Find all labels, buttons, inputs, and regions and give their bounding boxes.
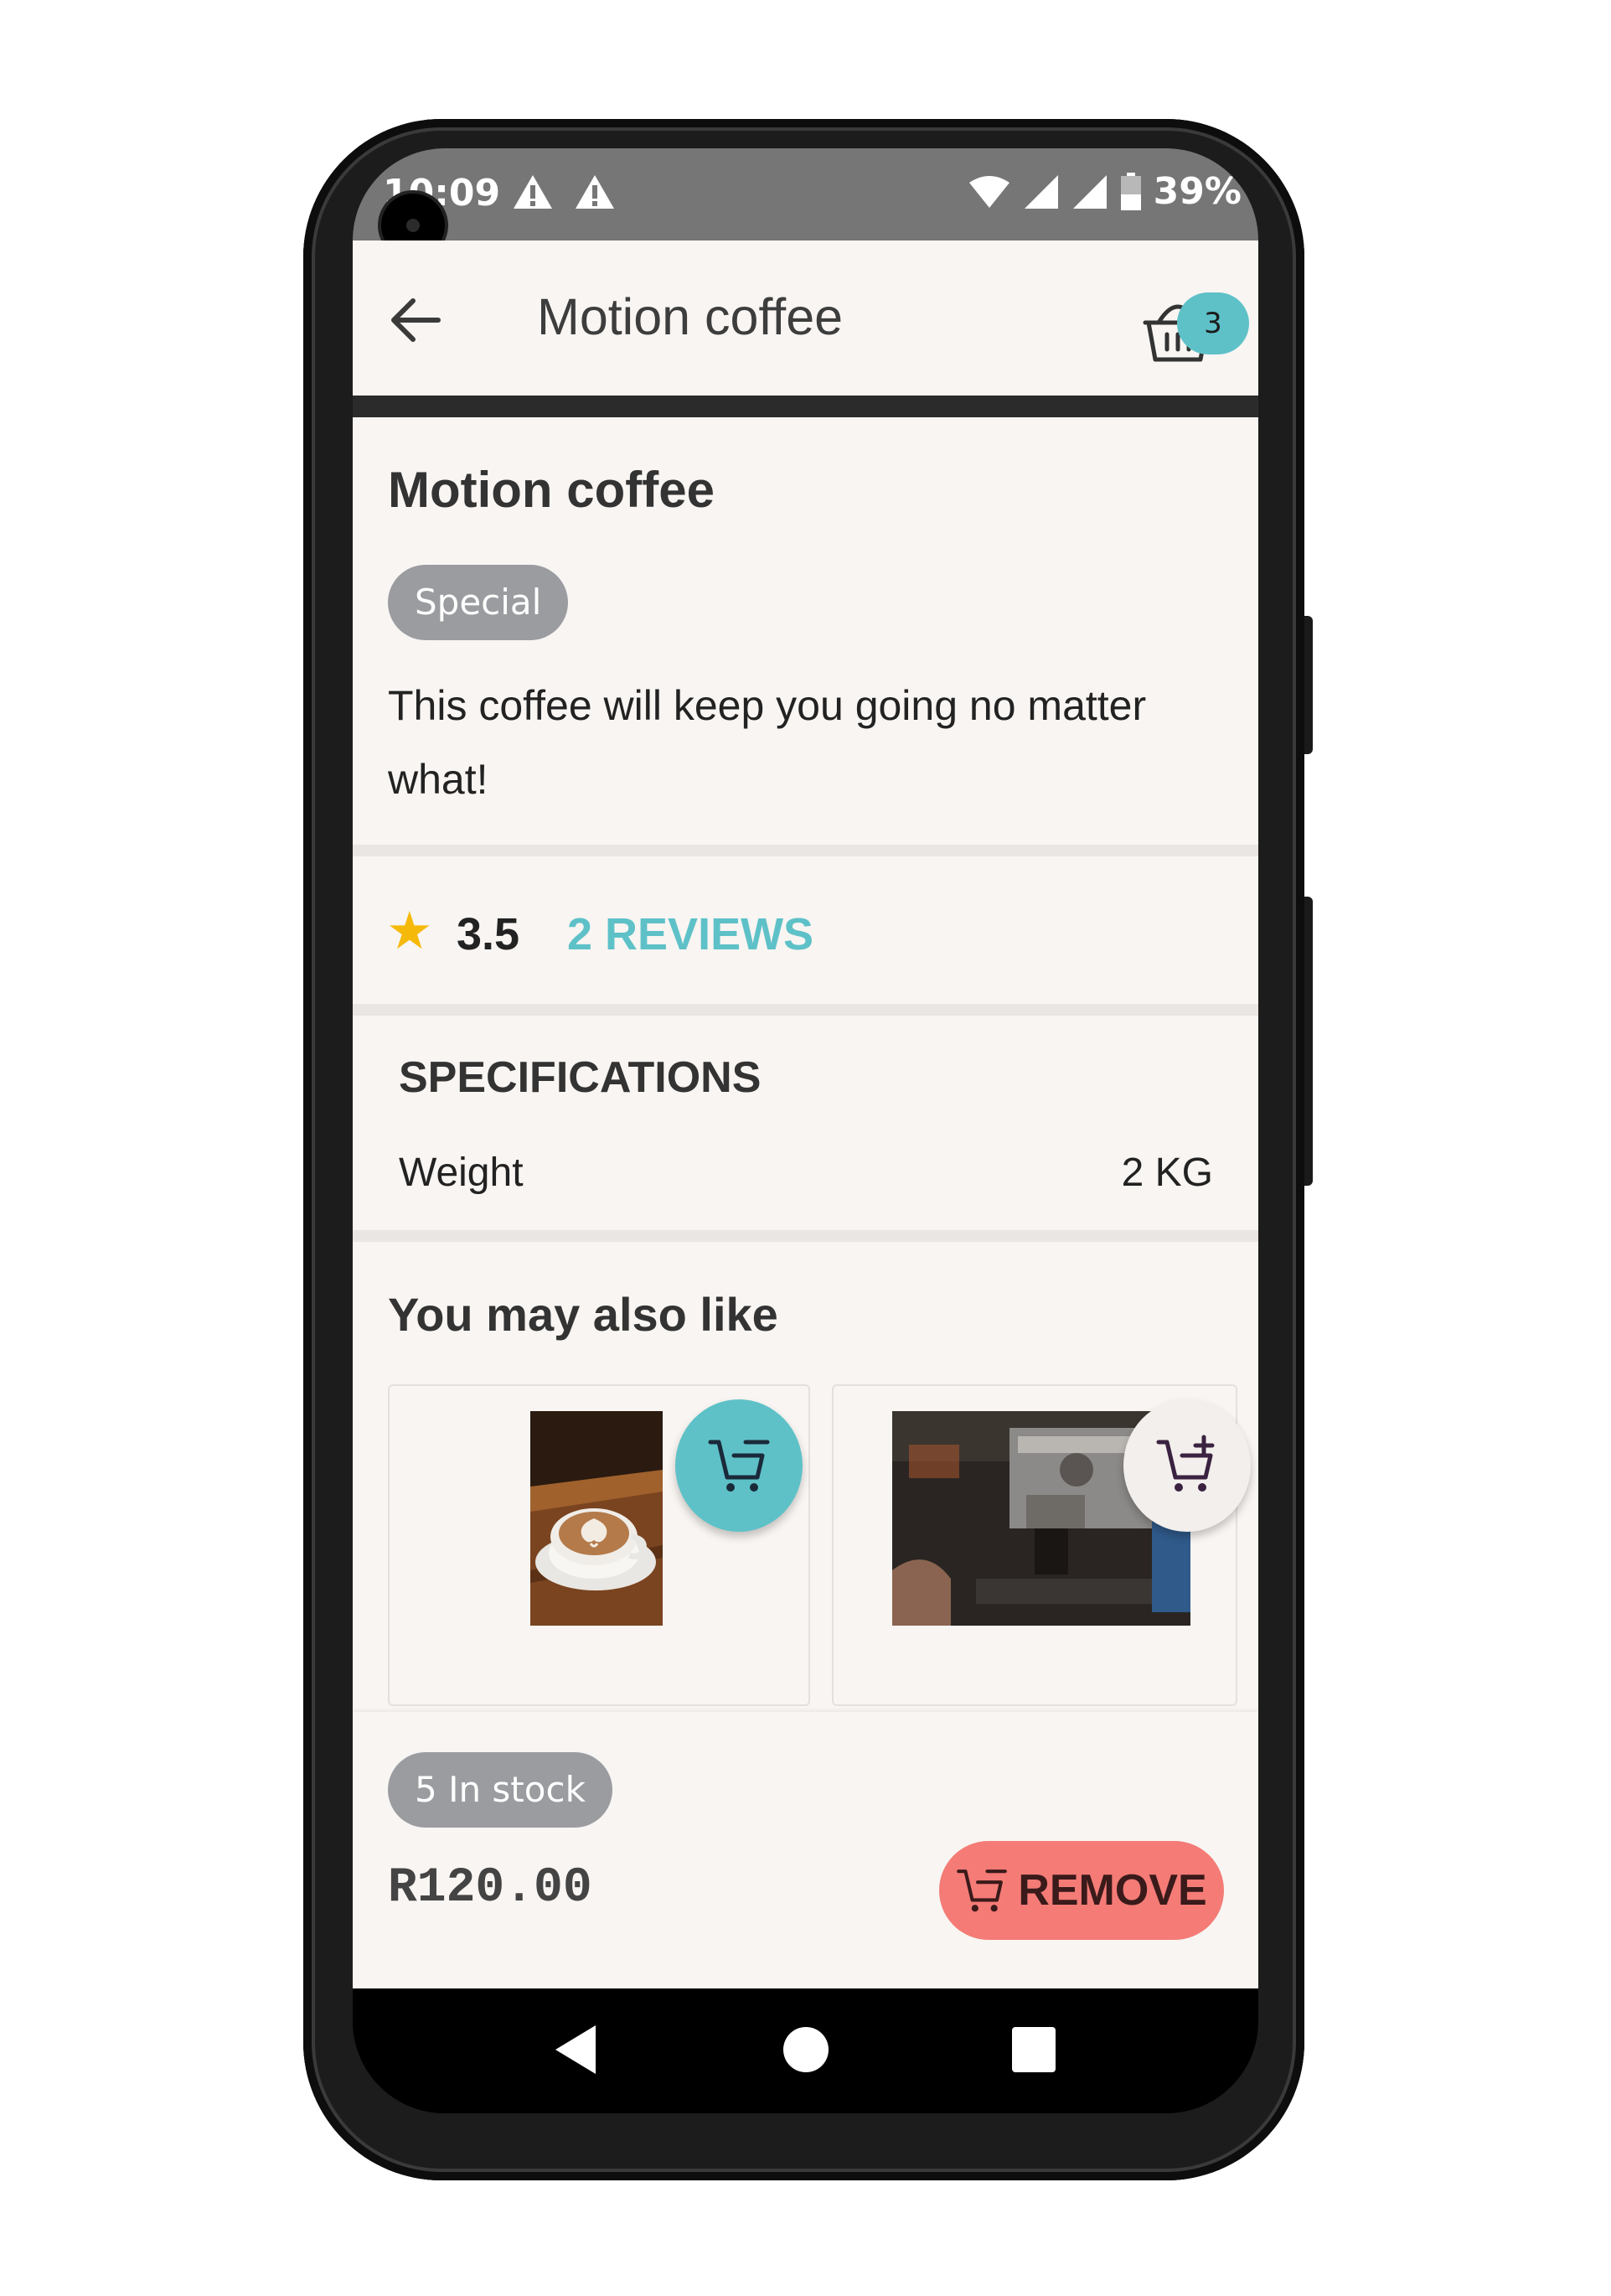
back-arrow-icon[interactable] (388, 292, 443, 348)
spec-weight-label: Weight (399, 1151, 524, 1195)
cart-add-icon (1156, 1435, 1215, 1492)
product-description: This coffee will keep you going no matte… (388, 682, 1147, 803)
specifications-card: SPECIFICATIONS Weight 2 KG (353, 1016, 1258, 1230)
latte-art-image (530, 1411, 663, 1626)
stock-chip: 5 In stock (388, 1752, 612, 1828)
wifi-icon (968, 175, 1009, 208)
battery-percent: 39% (1153, 170, 1242, 213)
add-to-cart-button[interactable] (675, 1399, 803, 1532)
rating-value: 3.5 (457, 909, 520, 959)
product-price: R120.00 (388, 1861, 592, 1916)
cart-remove-icon (708, 1440, 770, 1492)
header-divider (353, 396, 1258, 417)
product-tag-chip: Special (388, 565, 569, 640)
app-bar: Motion coffee (353, 240, 1258, 396)
specifications-title: SPECIFICATIONS (399, 1053, 762, 1102)
cart-remove-icon (957, 1869, 1008, 1912)
reviews-link[interactable]: 2 REVIEWS (567, 908, 813, 960)
product-name: Motion coffee (388, 462, 715, 518)
power-button (1304, 897, 1313, 1186)
signal-icon (1024, 174, 1058, 209)
volume-button (1304, 616, 1313, 754)
rating-card: ★ 3.5 2 REVIEWS (353, 856, 1258, 1004)
spec-weight-value: 2 KG (1121, 1151, 1213, 1195)
signal-no-data-icon (1072, 174, 1107, 209)
alert-icon (576, 175, 614, 209)
status-indicators: 39% (968, 170, 1242, 213)
remove-from-cart-button[interactable]: REMOVE (939, 1841, 1224, 1940)
nav-recents-icon[interactable] (1010, 2022, 1057, 2077)
cart-count-badge: 3 (1177, 292, 1249, 354)
alert-icon (514, 175, 552, 209)
nav-back-icon[interactable] (552, 2022, 599, 2077)
status-bar: 10:09 39% (353, 148, 1258, 240)
battery-icon (1120, 172, 1141, 210)
add-to-cart-button[interactable] (1123, 1399, 1251, 1532)
star-icon: ★ (386, 900, 433, 961)
product-info-card: Motion coffee Special This coffee will k… (353, 417, 1258, 845)
system-nav-bar (353, 1988, 1258, 2113)
remove-button-label: REMOVE (1018, 1866, 1207, 1915)
suggestions-title: You may also like (388, 1288, 778, 1341)
product-content: Motion coffee Special This coffee will k… (353, 417, 1258, 1869)
nav-home-icon[interactable] (782, 2022, 830, 2077)
screen: 10:09 39% Motion coffee 3 Motion coffee … (353, 148, 1258, 2113)
purchase-panel: 5 In stock R120.00 REMOVE (353, 1712, 1258, 1988)
page-title: Motion coffee (537, 288, 844, 345)
